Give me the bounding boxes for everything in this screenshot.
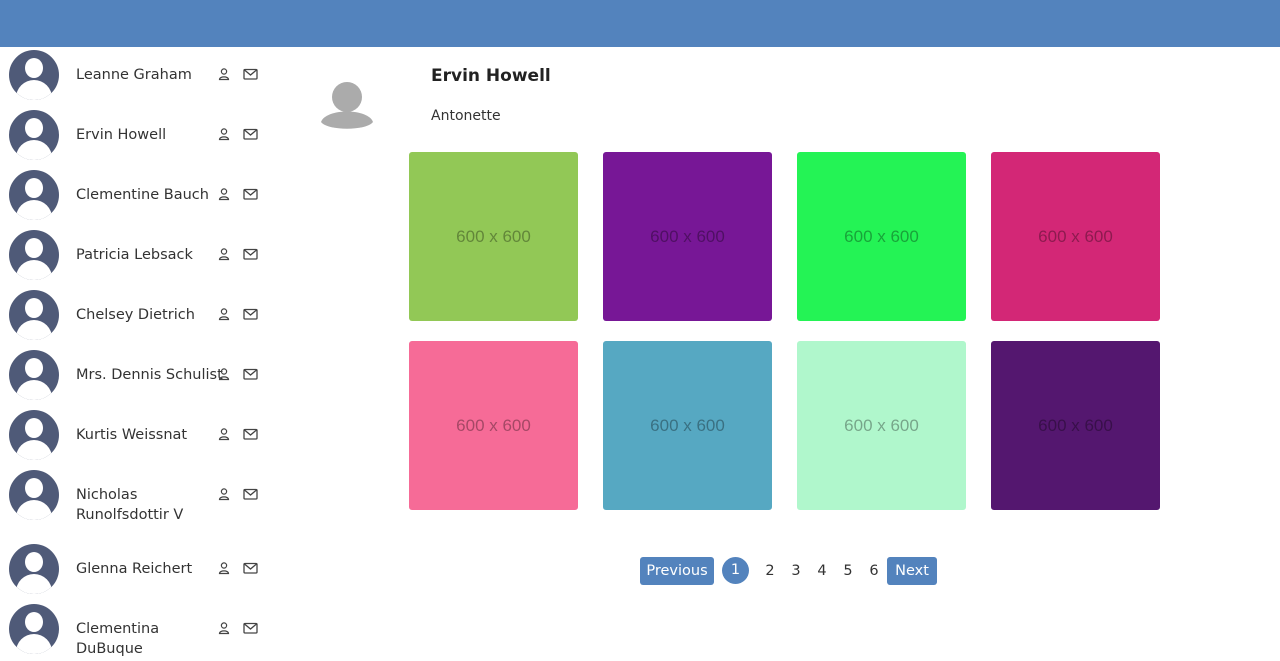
person-icon[interactable] bbox=[217, 247, 231, 261]
photo-thumbnail[interactable]: 600 x 600 bbox=[797, 152, 966, 321]
avatar bbox=[9, 50, 59, 100]
user-name: Clementina DuBuque bbox=[76, 621, 160, 657]
user-list-item[interactable]: Glenna Reichert bbox=[0, 541, 275, 601]
photo-label: 600 x 600 bbox=[456, 416, 531, 435]
user-name: Ervin Howell bbox=[76, 127, 167, 143]
mail-icon[interactable] bbox=[243, 427, 258, 441]
avatar bbox=[9, 110, 59, 160]
photo-thumbnail[interactable]: 600 x 600 bbox=[991, 152, 1160, 321]
mail-icon[interactable] bbox=[243, 367, 258, 381]
person-icon[interactable] bbox=[217, 367, 231, 381]
person-icon[interactable] bbox=[217, 187, 231, 201]
mail-icon[interactable] bbox=[243, 307, 258, 321]
person-icon[interactable] bbox=[217, 67, 231, 81]
profile-username: Antonette bbox=[431, 108, 501, 124]
page-5-button[interactable]: 5 bbox=[835, 557, 861, 585]
photo-thumbnail[interactable]: 600 x 600 bbox=[603, 152, 772, 321]
avatar bbox=[9, 410, 59, 460]
avatar bbox=[9, 170, 59, 220]
photo-label: 600 x 600 bbox=[844, 227, 919, 246]
user-name: Mrs. Dennis Schulist bbox=[76, 367, 223, 383]
top-navbar bbox=[0, 0, 1280, 47]
photo-label: 600 x 600 bbox=[844, 416, 919, 435]
user-list-item[interactable]: Clementine Bauch bbox=[0, 167, 275, 227]
user-list-item[interactable]: Kurtis Weissnat bbox=[0, 407, 275, 467]
page-6-button[interactable]: 6 bbox=[861, 557, 887, 585]
photo-thumbnail[interactable]: 600 x 600 bbox=[797, 341, 966, 510]
next-page-button[interactable]: Next bbox=[887, 557, 937, 585]
mail-icon[interactable] bbox=[243, 487, 258, 501]
profile-name: Ervin Howell bbox=[431, 66, 551, 86]
user-name: Kurtis Weissnat bbox=[76, 427, 188, 443]
user-name: Glenna Reichert bbox=[76, 561, 193, 577]
user-name: Chelsey Dietrich bbox=[76, 307, 195, 323]
user-list-item[interactable]: Chelsey Dietrich bbox=[0, 287, 275, 347]
mail-icon[interactable] bbox=[243, 67, 258, 81]
person-icon[interactable] bbox=[217, 487, 231, 501]
photo-thumbnail[interactable]: 600 x 600 bbox=[603, 341, 772, 510]
person-icon[interactable] bbox=[217, 561, 231, 575]
user-list-item[interactable]: Ervin Howell bbox=[0, 107, 275, 167]
mail-icon[interactable] bbox=[243, 621, 258, 635]
page-3-button[interactable]: 3 bbox=[783, 557, 809, 585]
user-list-sidebar: Leanne Graham Ervin Howell Clementine Ba… bbox=[0, 47, 275, 660]
person-icon[interactable] bbox=[217, 427, 231, 441]
photo-label: 600 x 600 bbox=[650, 416, 725, 435]
user-name: Clementine Bauch bbox=[76, 187, 209, 203]
avatar bbox=[9, 604, 59, 654]
mail-icon[interactable] bbox=[243, 187, 258, 201]
user-list-item[interactable]: Mrs. Dennis Schulist bbox=[0, 347, 275, 407]
person-icon[interactable] bbox=[217, 621, 231, 635]
photo-thumbnail[interactable]: 600 x 600 bbox=[409, 341, 578, 510]
mail-icon[interactable] bbox=[243, 247, 258, 261]
photo-label: 600 x 600 bbox=[1038, 227, 1113, 246]
avatar bbox=[9, 290, 59, 340]
page-1-button[interactable]: 1 bbox=[722, 557, 749, 584]
photo-label: 600 x 600 bbox=[1038, 416, 1113, 435]
mail-icon[interactable] bbox=[243, 127, 258, 141]
user-list-item[interactable]: Clementina DuBuque bbox=[0, 601, 275, 661]
user-list-item[interactable]: Leanne Graham bbox=[0, 47, 275, 107]
photo-thumbnail[interactable]: 600 x 600 bbox=[409, 152, 578, 321]
user-list-item[interactable]: Patricia Lebsack bbox=[0, 227, 275, 287]
page-2-button[interactable]: 2 bbox=[757, 557, 783, 585]
user-name: Patricia Lebsack bbox=[76, 247, 193, 263]
avatar bbox=[9, 350, 59, 400]
mail-icon[interactable] bbox=[243, 561, 258, 575]
person-icon[interactable] bbox=[217, 307, 231, 321]
avatar bbox=[9, 544, 59, 594]
photo-label: 600 x 600 bbox=[650, 227, 725, 246]
profile-avatar bbox=[320, 78, 374, 132]
user-name: Nicholas Runolfsdottir V bbox=[76, 487, 184, 523]
photo-thumbnail[interactable]: 600 x 600 bbox=[991, 341, 1160, 510]
avatar bbox=[9, 470, 59, 520]
user-list-item[interactable]: Nicholas Runolfsdottir V bbox=[0, 467, 275, 542]
previous-page-button[interactable]: Previous bbox=[640, 557, 714, 585]
user-name: Leanne Graham bbox=[76, 67, 192, 83]
photo-label: 600 x 600 bbox=[456, 227, 531, 246]
person-icon[interactable] bbox=[217, 127, 231, 141]
page-4-button[interactable]: 4 bbox=[809, 557, 835, 585]
avatar bbox=[9, 230, 59, 280]
